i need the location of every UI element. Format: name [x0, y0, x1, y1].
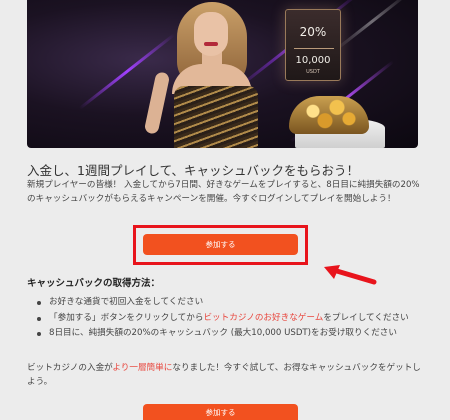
list-item: 「参加する」ボタンをクリックしてからビットカジノのお好きなゲームをプレイしてくだ…	[37, 312, 432, 326]
outro-text: ビットカジノの入金がより一層簡単になりました！今すぐ試して、お得なキャッシュバッ…	[27, 363, 421, 387]
annotation-highlight-box	[133, 225, 308, 265]
highlight-text: より一層簡単に	[112, 363, 173, 373]
steps-list: お好きな通貨で初回入金をしてください 「参加する」ボタンをクリックしてからビット…	[37, 296, 432, 343]
games-link[interactable]: ビットカジノのお好きなゲーム	[203, 313, 323, 323]
list-item: お好きな通貨で初回入金をしてください	[37, 296, 432, 310]
promo-banner: 20% 10,000 USDT	[27, 0, 418, 148]
light-streak	[335, 0, 409, 51]
cashback-unit: USDT	[306, 69, 320, 75]
intro-text: 新規プレイヤーの皆様！ 入金してから7日間、好きなゲームをプレイすると、8日目に…	[27, 180, 420, 204]
list-item: 8日目に、純損失額の20%のキャッシュバック (最大10,000 USDT)をお…	[37, 327, 432, 341]
join-button-bottom[interactable]: 参加する	[143, 404, 298, 420]
cashback-percent: 20%	[299, 25, 327, 39]
cashback-amount: 10,000	[295, 55, 331, 66]
coins-illustration	[289, 96, 369, 134]
page-headline: 入金し、1週間プレイして、キャッシュバックをもらおう！	[27, 163, 359, 178]
cashback-card: 20% 10,000 USDT	[285, 9, 341, 81]
model-illustration	[142, 0, 292, 148]
how-to-title: キャッシュバックの取得方法：	[27, 278, 161, 289]
annotation-arrow-icon	[324, 265, 377, 285]
